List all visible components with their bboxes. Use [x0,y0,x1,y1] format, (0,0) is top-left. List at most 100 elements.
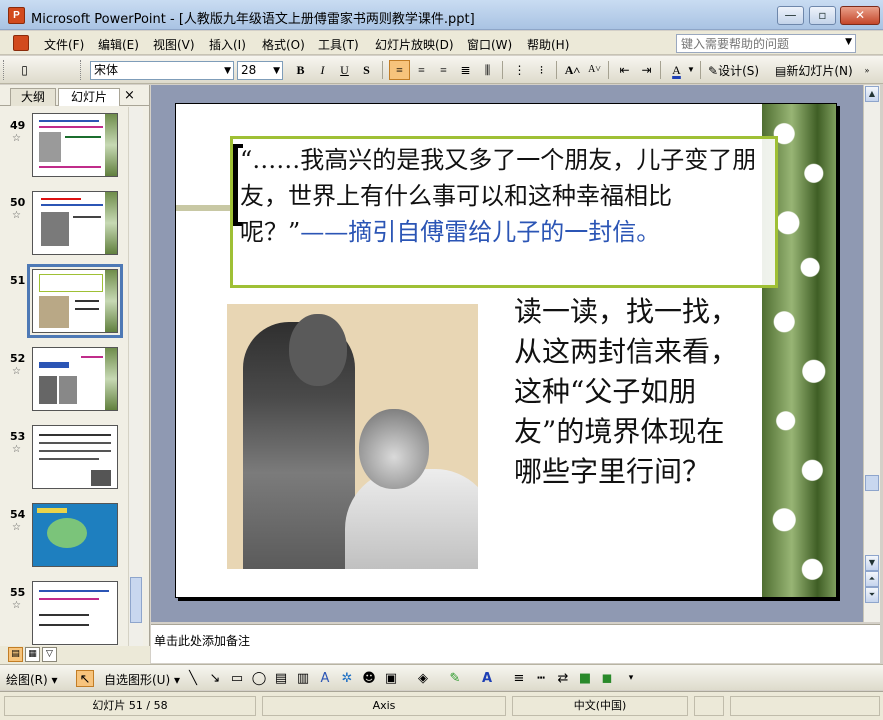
select-pointer-icon[interactable]: ↖ [76,670,94,687]
slide-thumbnail-53[interactable] [32,425,118,489]
bulleted-list-icon[interactable]: ⁝ [531,60,552,80]
tab-slides[interactable]: 幻灯片 [58,88,120,106]
document-icon[interactable] [13,35,29,51]
diagram-icon[interactable]: ✲ [338,670,356,687]
3d-style-icon[interactable]: ◼ [598,670,616,687]
clipart-icon[interactable]: ☻ [360,670,378,687]
italic-button[interactable]: I [312,60,333,80]
chevron-down-icon[interactable]: ▼ [224,63,231,80]
toolbar-separator [660,61,661,79]
distributed-icon[interactable]: ⫼ [477,60,498,80]
current-slide[interactable]: “……我高兴的是我又多了一个朋友，儿子变了朋友，世界上有什么事可以和这种幸福相比… [175,103,837,598]
slide-thumbnail-54[interactable] [32,503,118,567]
slide-thumbnail-50[interactable] [32,191,118,255]
textbox-icon[interactable]: ▤ [272,670,290,687]
draw-menu-button[interactable]: 绘图(R) ▾ [6,671,58,688]
vertical-textbox-icon[interactable]: ▥ [294,670,312,687]
align-left-icon[interactable]: ≡ [389,60,410,80]
font-size-select[interactable]: 28 ▼ [237,61,283,80]
menu-view[interactable]: 视图(V) [153,36,195,53]
close-button[interactable]: ✕ [840,6,880,25]
notes-pane[interactable]: 单击此处添加备注 [151,624,880,663]
slide-thumbnail-51[interactable] [27,264,123,338]
question-text[interactable]: 读一读，找一找，从这两封信来看，这种“父子如朋友”的境界体现在哪些字里行间？ [514,292,744,492]
scroll-up-icon[interactable]: ▲ [865,86,879,102]
oval-icon[interactable]: ◯ [250,670,268,687]
restore-button[interactable]: ▫ [809,6,836,25]
menu-help[interactable]: 帮助(H) [527,36,569,53]
dash-style-icon[interactable]: ┅ [532,670,550,687]
chevron-down-icon[interactable]: ▼ [686,60,696,80]
slideshow-view-icon[interactable]: ▽ [42,647,57,662]
slide-vertical-scrollbar[interactable]: ▲ ▼ ⏶ ⏷ [863,85,880,622]
menu-insert[interactable]: 插入(I) [209,36,246,53]
increase-indent-icon[interactable]: ⇥ [636,60,657,80]
line-color-icon[interactable]: ✎ [446,670,464,687]
menu-tools[interactable]: 工具(T) [318,36,359,53]
minimize-button[interactable]: — [777,6,804,25]
slide-thumbnail-52[interactable] [32,347,118,411]
menu-slideshow[interactable]: 幻灯片放映(D) [375,36,454,53]
thumbnail-text [39,126,103,128]
menu-edit[interactable]: 编辑(E) [98,36,139,53]
new-document-icon[interactable]: ▯ [14,60,35,80]
numbered-list-icon[interactable]: ⋮ [509,60,530,80]
picture-icon[interactable]: ▣ [382,670,400,687]
slide-thumbnail-49[interactable] [32,113,118,177]
scrollbar-thumb[interactable] [130,577,142,623]
powerpoint-app-icon[interactable]: P [8,7,25,24]
slide-sorter-icon[interactable]: ▦ [25,647,40,662]
menu-file[interactable]: 文件(F) [44,36,84,53]
shadow-button[interactable]: S [356,60,377,80]
close-icon[interactable]: × [124,88,135,103]
font-name-select[interactable]: 宋体 ▼ [90,61,234,80]
toolbar-options-icon[interactable]: ▾ [622,670,640,687]
scrollbar-thumb[interactable] [865,475,879,491]
arrow-style-icon[interactable]: ⇄ [554,670,572,687]
fill-color-icon[interactable]: ◈ [414,670,432,687]
photo-figure [359,409,429,489]
slides-panel-scrollbar[interactable] [128,107,143,646]
chevron-down-icon[interactable]: ▼ [273,63,280,80]
rectangle-icon[interactable]: ▭ [228,670,246,687]
line-icon[interactable]: ╲ [184,670,202,687]
new-slide-button[interactable]: ▤新幻灯片(N) [775,62,853,79]
bold-button[interactable]: B [290,60,311,80]
font-color-icon[interactable]: A [666,60,687,80]
arrow-icon[interactable]: ↘ [206,670,224,687]
toolbar-separator [382,61,383,79]
design-button[interactable]: ✎设计(S) [708,62,759,79]
toolbar-grip[interactable] [80,60,83,80]
normal-view-icon[interactable]: ▤ [8,647,23,662]
line-style-icon[interactable]: ≡ [510,670,528,687]
previous-slide-icon[interactable]: ⏶ [865,571,879,587]
increase-font-icon[interactable]: A˄ [562,60,583,80]
tab-outline[interactable]: 大纲 [10,88,56,106]
font-color-icon[interactable]: A [478,670,496,687]
toolbar-grip[interactable] [3,60,6,80]
menu-window[interactable]: 窗口(W) [467,36,512,53]
father-son-photo[interactable] [227,304,478,569]
next-slide-icon[interactable]: ⏷ [865,587,879,603]
animation-star-icon: ☆ [12,444,21,455]
decrease-indent-icon[interactable]: ⇤ [614,60,635,80]
thumbnail-text [81,356,103,358]
slide-editing-area: “……我高兴的是我又多了一个朋友，儿子变了朋友，世界上有什么事可以和这种幸福相比… [151,85,863,622]
align-center-icon[interactable]: ≡ [411,60,432,80]
align-right-icon[interactable]: ≡ [433,60,454,80]
toolbar-options-icon[interactable]: » [860,60,874,80]
decrease-font-icon[interactable]: A˅ [584,60,605,80]
shadow-style-icon[interactable]: ■ [576,670,594,687]
underline-button[interactable]: U [334,60,355,80]
justify-icon[interactable]: ≣ [455,60,476,80]
help-question-input[interactable] [677,35,837,52]
scroll-down-icon[interactable]: ▼ [865,555,879,571]
autoshapes-button[interactable]: 自选图形(U) ▾ [104,671,180,688]
menu-format[interactable]: 格式(O) [262,36,305,53]
thumbnail-text [75,300,99,302]
chevron-down-icon[interactable]: ▼ [845,37,852,47]
wordart-icon[interactable]: A [316,670,334,687]
animation-star-icon: ☆ [12,366,21,377]
quote-text[interactable]: “……我高兴的是我又多了一个朋友，儿子变了朋友，世界上有什么事可以和这种幸福相比… [240,142,774,250]
slide-thumbnail-55[interactable] [32,581,118,645]
